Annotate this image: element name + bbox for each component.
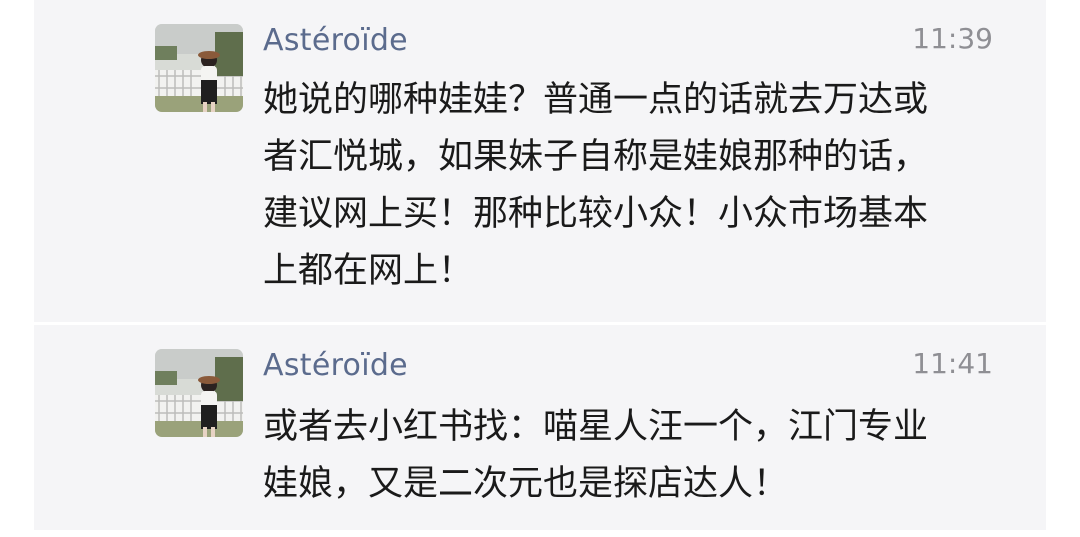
timestamp: 11:41 [912, 347, 993, 380]
message-line: 建议网上买！那种比较小众！小众市场基本 [263, 194, 929, 234]
message-text: 她说的哪种娃娃？普通一点的话就去万达或 者汇悦城，如果妹子自称是娃娘那种的话， … [263, 72, 1043, 300]
sender-name[interactable]: Astéroïde [263, 23, 408, 58]
message-line: 她说的哪种娃娃？普通一点的话就去万达或 [263, 80, 929, 120]
message-line: 上都在网上！ [263, 251, 474, 291]
message-line: 娃娘，又是二次元也是探店达人！ [263, 464, 789, 504]
message-line: 者汇悦城，如果妹子自称是娃娘那种的话， [263, 137, 929, 177]
message-card[interactable]: Astéroïde 11:39 她说的哪种娃娃？普通一点的话就去万达或 者汇悦城… [34, 0, 1046, 322]
avatar[interactable] [155, 24, 243, 112]
avatar-photo [155, 349, 243, 437]
timestamp: 11:39 [912, 22, 993, 55]
avatar[interactable] [155, 349, 243, 437]
sender-name[interactable]: Astéroïde [263, 348, 408, 383]
message-card[interactable]: Astéroïde 11:41 或者去小红书找：喵星人汪一个，江门专业 娃娘，又… [34, 325, 1046, 530]
message-line: 或者去小红书找：喵星人汪一个，江门专业 [263, 407, 929, 447]
message-text: 或者去小红书找：喵星人汪一个，江门专业 娃娘，又是二次元也是探店达人！ [263, 399, 1043, 513]
avatar-photo [155, 24, 243, 112]
